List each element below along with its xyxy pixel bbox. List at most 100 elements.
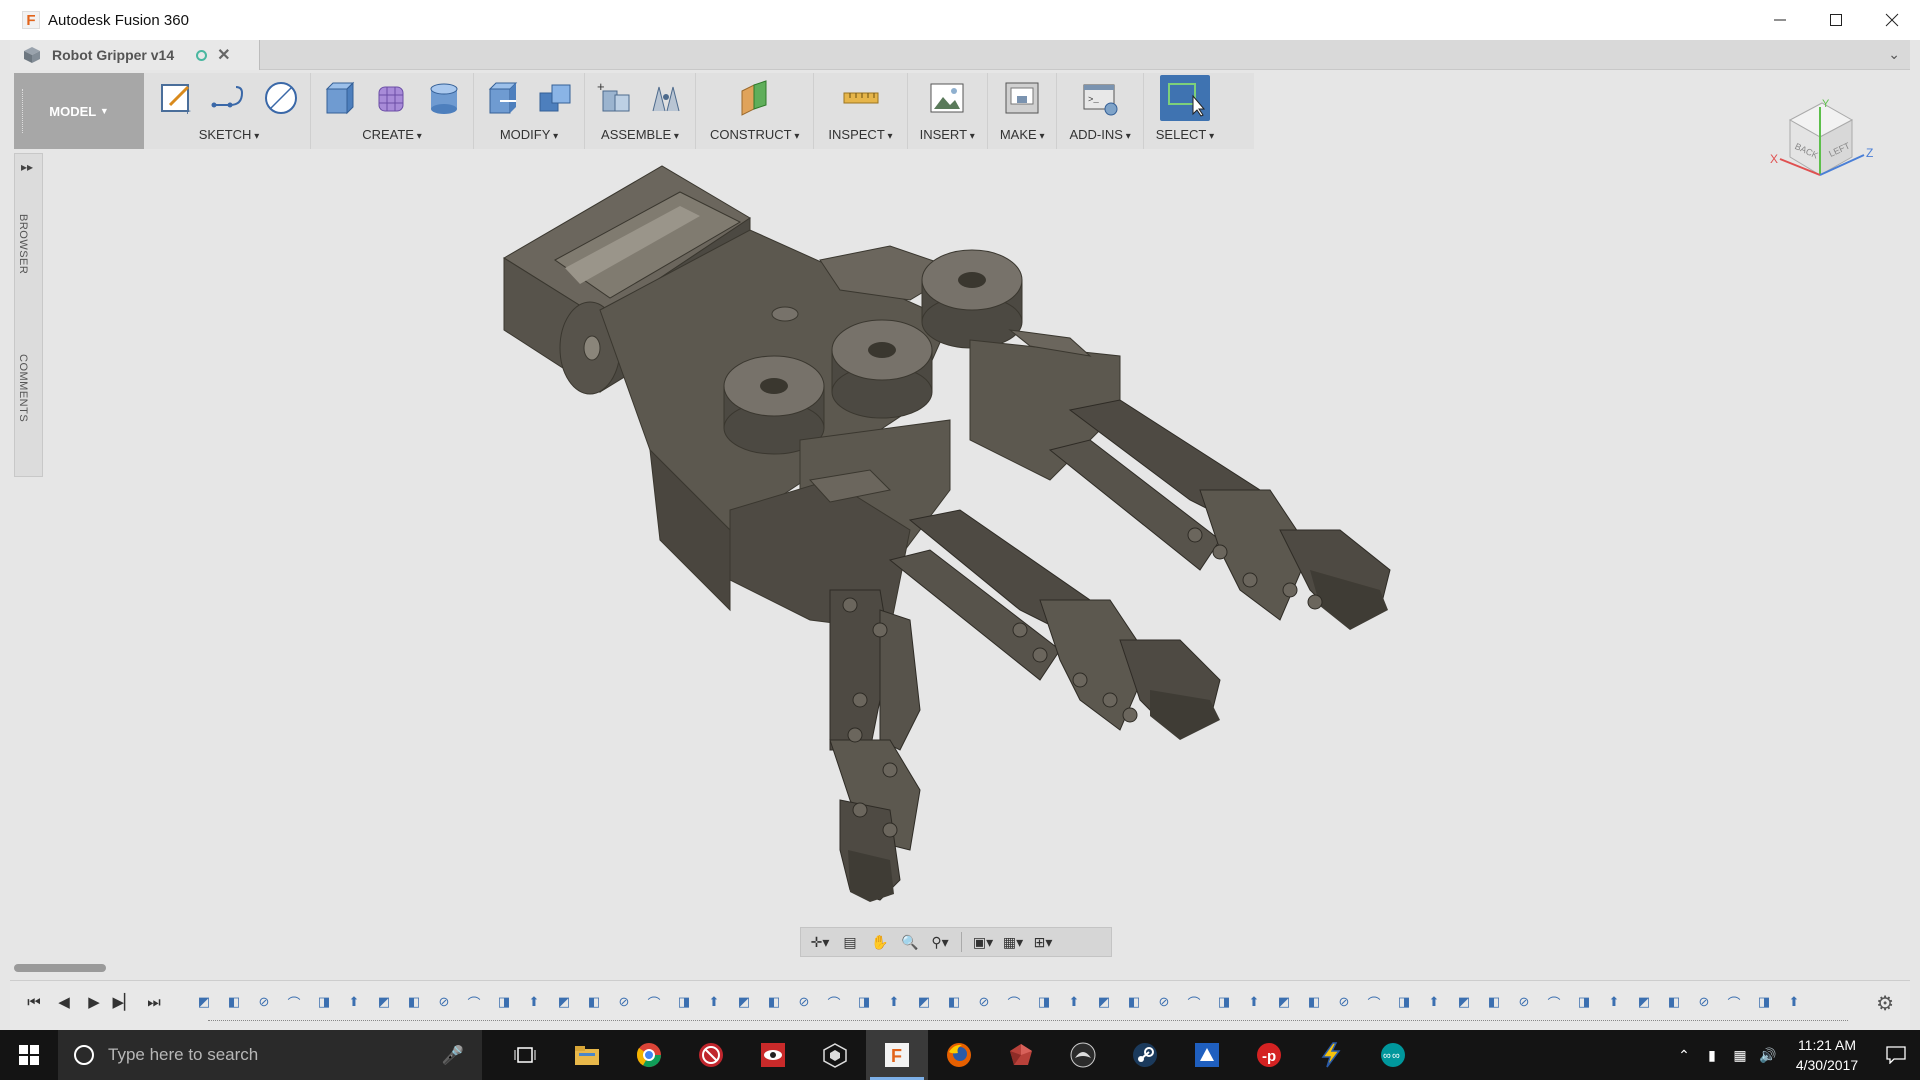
timeline-feature-icon[interactable]: ⊘ (252, 991, 276, 1013)
circle-icon[interactable] (260, 77, 302, 119)
pan-icon[interactable]: ✋ (867, 930, 893, 954)
timeline-feature-icon[interactable]: ◩ (552, 991, 576, 1013)
create-menu[interactable]: CREATE (362, 127, 422, 142)
timeline-feature-icon[interactable]: ◩ (1452, 991, 1476, 1013)
step-forward-button[interactable]: ▶▏ (112, 991, 135, 1013)
cylinder-icon[interactable] (423, 77, 465, 119)
timeline-feature-icon[interactable]: ⊘ (612, 991, 636, 1013)
timeline-feature-icon[interactable]: ◨ (1392, 991, 1416, 1013)
close-tab-button[interactable]: ✕ (217, 45, 230, 65)
document-tab[interactable]: Robot Gripper v14 ✕ (10, 40, 260, 70)
timeline-feature-icon[interactable]: ◨ (1752, 991, 1776, 1013)
horizontal-scrollbar[interactable] (14, 964, 106, 972)
timeline-feature-icon[interactable]: ⌒ (822, 991, 846, 1013)
scripts-addins-icon[interactable]: >_ (1079, 77, 1121, 119)
timeline-feature-icon[interactable]: ◧ (942, 991, 966, 1013)
timeline-feature-icon[interactable]: ◧ (1302, 991, 1326, 1013)
timeline-feature-icon[interactable]: ⬆ (1242, 991, 1266, 1013)
microphone-icon[interactable]: 🎤 (442, 1045, 464, 1066)
timeline-feature-icon[interactable]: ◨ (852, 991, 876, 1013)
close-window-button[interactable] (1864, 0, 1920, 40)
make-menu[interactable]: MAKE (1000, 127, 1045, 142)
volume-icon[interactable]: 🔊 (1754, 1047, 1782, 1064)
offset-plane-icon[interactable] (734, 77, 776, 119)
timeline-feature-icon[interactable]: ◩ (732, 991, 756, 1013)
grid-icon[interactable]: ▦▾ (1000, 930, 1026, 954)
action-center-icon[interactable] (1872, 1046, 1920, 1064)
timeline-feature-icon[interactable]: ◩ (1092, 991, 1116, 1013)
timeline-feature-icon[interactable]: ⌒ (282, 991, 306, 1013)
timeline-feature-icon[interactable]: ⌒ (1722, 991, 1746, 1013)
look-at-icon[interactable]: ▤ (837, 930, 863, 954)
timeline-feature-icon[interactable]: ⬆ (1602, 991, 1626, 1013)
timeline-feature-icon[interactable]: ◨ (312, 991, 336, 1013)
minimize-button[interactable] (1752, 0, 1808, 40)
insert-menu[interactable]: INSERT (920, 127, 975, 142)
timeline-feature-icon[interactable]: ⌒ (1362, 991, 1386, 1013)
p-app-icon[interactable]: -p (1238, 1030, 1300, 1080)
timeline-feature-icon[interactable]: ◧ (582, 991, 606, 1013)
create-sketch-icon[interactable]: + (156, 77, 198, 119)
timeline-feature-icon[interactable]: ⬆ (882, 991, 906, 1013)
blocked-app-icon[interactable] (680, 1030, 742, 1080)
insert-image-icon[interactable] (926, 77, 968, 119)
timeline-feature-icon[interactable]: ⌒ (642, 991, 666, 1013)
timeline-feature-icon[interactable]: ⊘ (1512, 991, 1536, 1013)
timeline-feature-icon[interactable]: ◨ (1572, 991, 1596, 1013)
timeline-feature-icon[interactable]: ◧ (762, 991, 786, 1013)
timeline-feature-icon[interactable]: ⊘ (792, 991, 816, 1013)
combine-icon[interactable] (534, 77, 576, 119)
viewcube[interactable]: BACK LEFT X Y Z (1760, 95, 1880, 205)
joint-icon[interactable] (645, 77, 687, 119)
inspect-menu[interactable]: INSPECT (828, 127, 892, 142)
firefox-icon[interactable] (928, 1030, 990, 1080)
timeline-feature-icon[interactable]: ⌒ (1002, 991, 1026, 1013)
steam-icon[interactable] (1114, 1030, 1176, 1080)
battery-icon[interactable]: ▮ (1698, 1047, 1726, 1064)
timeline-feature-icon[interactable]: ⊘ (1692, 991, 1716, 1013)
timeline-feature-icon[interactable]: ⊘ (1332, 991, 1356, 1013)
timeline-feature-icon[interactable]: ◩ (1632, 991, 1656, 1013)
select-menu[interactable]: SELECT (1156, 127, 1214, 142)
zoom-icon[interactable]: 🔍 (897, 930, 923, 954)
measure-icon[interactable] (840, 77, 882, 119)
timeline-feature-icon[interactable]: ⬆ (1782, 991, 1806, 1013)
3d-print-icon[interactable] (1001, 77, 1043, 119)
go-to-end-button[interactable]: ⏭ (144, 991, 164, 1013)
new-component-icon[interactable]: + (593, 77, 635, 119)
arduino-icon[interactable]: ∞ ∞ (1362, 1030, 1424, 1080)
addins-menu[interactable]: ADD-INS (1069, 127, 1130, 142)
line-icon[interactable] (208, 77, 250, 119)
taskbar-search-box[interactable]: Type here to search 🎤 (58, 1030, 482, 1080)
display-settings-icon[interactable]: ▣▾ (970, 930, 996, 954)
fit-icon[interactable]: ⚲▾ (927, 930, 953, 954)
timeline-feature-icon[interactable]: ◩ (1272, 991, 1296, 1013)
timeline-feature-icon[interactable]: ⬆ (1062, 991, 1086, 1013)
orbit-icon[interactable]: ✛▾ (807, 930, 833, 954)
model-viewport[interactable] (10, 150, 1910, 970)
start-button[interactable] (0, 1030, 58, 1080)
press-pull-icon[interactable] (482, 77, 524, 119)
gear-icon[interactable]: ⚙ (1876, 991, 1894, 1016)
red-gem-app-icon[interactable] (990, 1030, 1052, 1080)
cube-app-icon[interactable] (804, 1030, 866, 1080)
timeline-feature-icon[interactable]: ⊘ (1152, 991, 1176, 1013)
timeline-feature-icon[interactable]: ⌒ (1542, 991, 1566, 1013)
select-icon[interactable] (1159, 75, 1210, 121)
timeline-feature-icon[interactable]: ⊘ (432, 991, 456, 1013)
chrome-icon[interactable] (618, 1030, 680, 1080)
chevron-up-icon[interactable]: ⌃ (1670, 1047, 1698, 1064)
chevron-down-icon[interactable]: ⌄ (1888, 46, 1900, 63)
timeline-feature-icon[interactable]: ◩ (372, 991, 396, 1013)
timeline-feature-icon[interactable]: ⌒ (1182, 991, 1206, 1013)
timeline-feature-icon[interactable]: ⬆ (522, 991, 546, 1013)
construct-menu[interactable]: CONSTRUCT (710, 127, 799, 142)
timeline-feature-icon[interactable]: ◨ (672, 991, 696, 1013)
file-explorer-icon[interactable] (556, 1030, 618, 1080)
timeline-feature-icon[interactable]: ◧ (1122, 991, 1146, 1013)
go-to-start-button[interactable]: ⏮ (24, 991, 44, 1013)
timeline-feature-icon[interactable]: ◨ (492, 991, 516, 1013)
play-button[interactable]: ▶ (84, 991, 104, 1013)
eye-app-icon[interactable] (742, 1030, 804, 1080)
task-view-icon[interactable] (494, 1030, 556, 1080)
